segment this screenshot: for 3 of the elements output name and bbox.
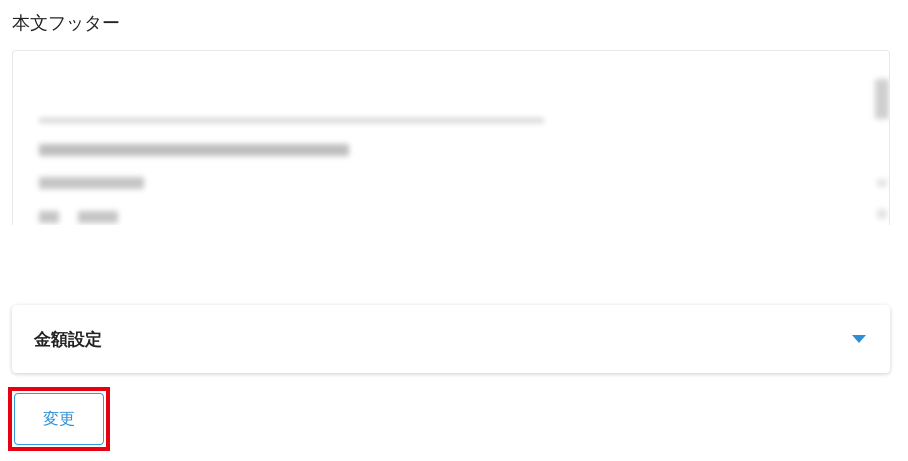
accordion-title: 金額設定 bbox=[34, 328, 102, 350]
section-title: 本文フッター bbox=[12, 12, 121, 36]
amount-settings-accordion[interactable]: 金額設定 bbox=[12, 305, 890, 373]
